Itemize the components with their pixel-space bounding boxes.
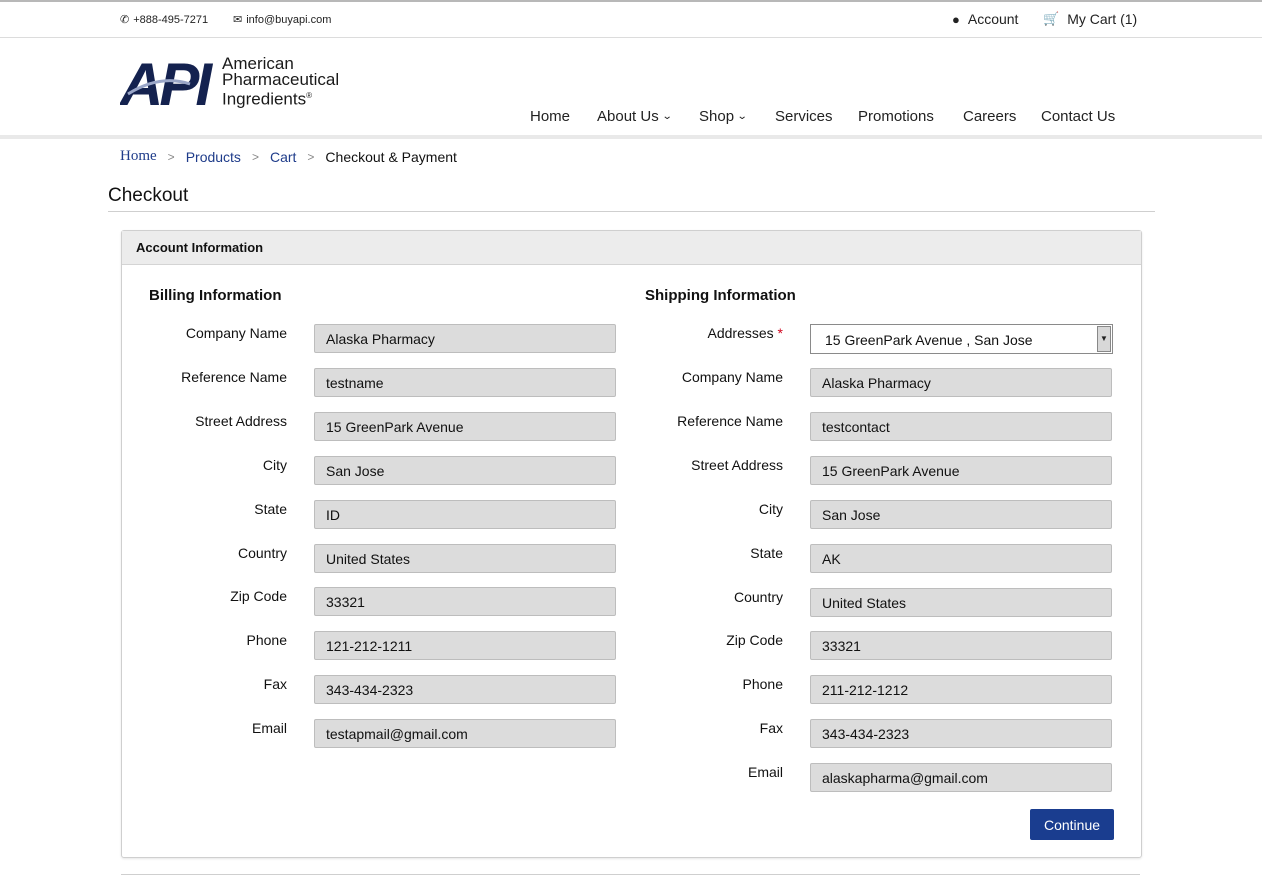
account-label: Account — [967, 11, 1019, 27]
billing-field-input[interactable]: testapmail@gmail.com — [314, 719, 616, 749]
billing-field-input[interactable]: 121-212-1211 — [314, 631, 616, 661]
logo-line-2: Pharmaceutical — [222, 70, 340, 89]
envelope-icon: ✉ — [233, 14, 243, 26]
nav-about-us[interactable]: About Us ⌄ — [597, 108, 673, 125]
continue-button[interactable]: Continue — [1030, 809, 1114, 840]
shipping-field-input[interactable]: 15 GreenPark Avenue — [810, 455, 1112, 485]
shipping-field-input[interactable]: San Jose — [810, 499, 1112, 529]
billing-field-label: Zip Code — [230, 588, 287, 605]
shipping-field-label: Fax — [759, 720, 783, 737]
breadcrumb-separator: > — [251, 149, 259, 164]
billing-field-input[interactable]: 343-434-2323 — [314, 675, 616, 705]
logo-wordmark: American Pharmaceutical Ingredients® — [222, 55, 340, 109]
billing-field-input[interactable]: testname — [314, 367, 616, 397]
shipping-field-input[interactable]: testcontact — [810, 411, 1112, 441]
api-logo-mark: API — [118, 51, 217, 118]
shipping-field-label: Street Address — [691, 456, 783, 473]
addresses-label-text: Addresses — [707, 325, 774, 341]
shipping-title: Shipping Information — [645, 287, 796, 304]
top-bar: ✆ +888-495-7271 ✉ info@buyapi.com ● Acco… — [0, 2, 1262, 38]
page-title: Checkout — [108, 185, 189, 206]
chevron-down-icon: ⌄ — [736, 111, 748, 122]
addresses-label: Addresses * — [603, 325, 784, 341]
title-divider — [108, 211, 1155, 212]
billing-field-label: State — [254, 500, 287, 517]
shipping-field-label: Company Name — [681, 369, 783, 385]
breadcrumb-home[interactable]: Home — [120, 148, 157, 165]
billing-field-label: Fax — [263, 676, 287, 693]
email-contact[interactable]: ✉ info@buyapi.com — [233, 13, 332, 27]
breadcrumb: Home > Products > Cart > Checkout & Paym… — [120, 148, 457, 165]
logo-line-3: Ingredients — [222, 89, 307, 109]
billing-field-label: Street Address — [195, 412, 287, 429]
shipping-field-label: Country — [733, 588, 783, 605]
billing-field-input[interactable]: 15 GreenPark Avenue — [314, 411, 616, 441]
breadcrumb-current: Checkout & Payment — [325, 148, 457, 165]
breadcrumb-products[interactable]: Products — [186, 149, 241, 165]
site-logo[interactable]: API American Pharmaceutical Ingredients® — [118, 51, 360, 118]
billing-field-input[interactable]: 33321 — [314, 587, 616, 617]
billing-field-input[interactable]: ID — [314, 499, 616, 529]
shipping-field-input[interactable]: 343-434-2323 — [810, 719, 1112, 749]
required-mark: * — [777, 325, 783, 341]
breadcrumb-cart[interactable]: Cart — [270, 149, 296, 165]
nav-careers[interactable]: Careers — [963, 108, 1016, 125]
phone-number: +888-495-7271 — [133, 13, 209, 26]
breadcrumb-separator: > — [307, 149, 315, 164]
billing-field-label: City — [262, 456, 287, 473]
nav-services[interactable]: Services — [775, 108, 833, 125]
billing-field-label: Country — [237, 544, 287, 561]
nav-promotions[interactable]: Promotions — [858, 108, 934, 125]
registered-mark: ® — [306, 91, 313, 100]
billing-field-label: Company Name — [185, 325, 287, 341]
nav-divider — [0, 135, 1262, 139]
nav-contact-us[interactable]: Contact Us — [1041, 108, 1115, 125]
shipping-field-label: Reference Name — [677, 412, 783, 429]
billing-field-label: Email — [251, 720, 287, 737]
shipping-field-input[interactable]: AK — [810, 543, 1112, 573]
shipping-field-input[interactable]: Alaska Pharmacy — [810, 368, 1112, 397]
nav-home[interactable]: Home — [530, 108, 570, 125]
billing-field-label: Phone — [246, 632, 287, 649]
shipping-field-label: Email — [747, 764, 783, 781]
chevron-down-icon: ⌄ — [661, 111, 673, 122]
billing-field-input[interactable]: San Jose — [314, 455, 616, 485]
cart-link[interactable]: 🛒 My Cart (1) — [1043, 11, 1137, 27]
shipping-field-label: Zip Code — [726, 632, 783, 649]
panel-title: Account Information — [122, 231, 1141, 265]
account-link[interactable]: ● Account — [952, 11, 1018, 27]
dropdown-arrow-icon[interactable]: ▼ — [1097, 326, 1111, 352]
shipping-field-label: State — [750, 544, 783, 561]
billing-field-label: Reference Name — [181, 368, 287, 385]
cart-label: My Cart (1) — [1067, 11, 1138, 27]
shipping-field-input[interactable]: alaskapharma@gmail.com — [810, 763, 1112, 793]
shipping-field-label: Phone — [742, 676, 783, 693]
breadcrumb-separator: > — [167, 149, 175, 164]
billing-field-input[interactable]: United States — [314, 543, 616, 573]
nav-shop[interactable]: Shop ⌄ — [699, 108, 748, 125]
shipping-field-input[interactable]: United States — [810, 587, 1112, 617]
billing-title: Billing Information — [149, 287, 282, 304]
shipping-field-input[interactable]: 211-212-1212 — [810, 675, 1112, 705]
shipping-field-input[interactable]: 33321 — [810, 631, 1112, 661]
billing-field-input[interactable]: Alaska Pharmacy — [314, 324, 616, 353]
user-icon: ● — [952, 11, 960, 27]
shipping-field-label: City — [758, 500, 783, 517]
addresses-select[interactable]: 15 GreenPark Avenue , San Jose ▼ — [810, 324, 1113, 354]
cart-icon: 🛒 — [1043, 11, 1060, 26]
addresses-selected-value: 15 GreenPark Avenue , San Jose — [825, 332, 1033, 348]
phone-icon: ✆ — [120, 14, 130, 26]
phone-contact[interactable]: ✆ +888-495-7271 — [120, 13, 209, 27]
email-address: info@buyapi.com — [246, 13, 332, 26]
